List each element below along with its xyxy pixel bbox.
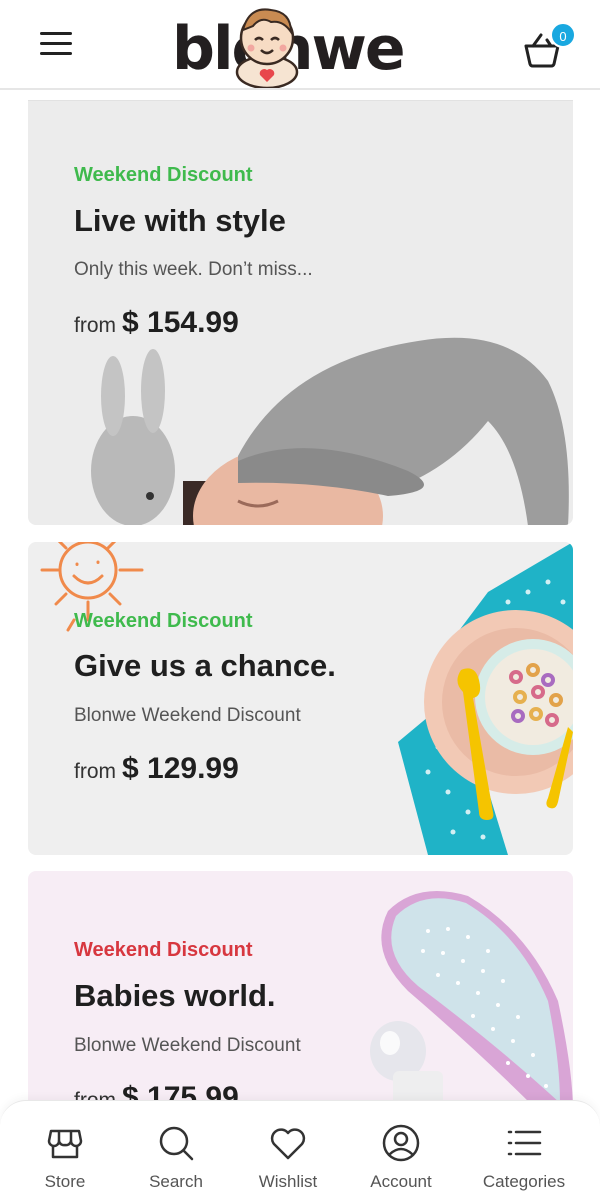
hamburger-menu-icon[interactable] (40, 28, 74, 58)
promo-banner-3[interactable]: Weekend Discount Babies world. Blonwe We… (28, 871, 573, 1111)
nav-search[interactable]: Search (121, 1123, 231, 1199)
brand-logo[interactable]: blonwe (172, 0, 432, 90)
nav-store-label: Store (44, 1172, 86, 1191)
nav-wishlist-label: Wishlist (258, 1172, 318, 1191)
banner-kicker: Weekend Discount (74, 939, 253, 961)
nav-search-label: Search (149, 1172, 203, 1191)
nav-wishlist[interactable]: Wishlist (233, 1123, 343, 1199)
bottom-navigation-bar: Store Search Wishlist Account Categories (0, 1100, 600, 1200)
banner-subtitle: Only this week. Don’t miss... (74, 259, 313, 280)
nav-categories[interactable]: Categories (469, 1123, 579, 1199)
price-prefix: from (74, 760, 116, 783)
cart-button[interactable]: 0 (520, 22, 580, 72)
banner-price: from $ 129.99 (74, 752, 239, 786)
banner-kicker: Weekend Discount (74, 610, 253, 632)
baby-mascot-icon (235, 8, 299, 88)
nav-store[interactable]: Store (10, 1123, 120, 1199)
categories-icon (507, 1130, 542, 1156)
baby-sleeping-hat-image (91, 337, 569, 525)
search-icon (159, 1126, 194, 1161)
banner-subtitle: Blonwe Weekend Discount (74, 1035, 301, 1056)
top-header: blonwe 0 (0, 0, 600, 90)
price-prefix: from (74, 314, 116, 337)
price-amount: $ 129.99 (122, 752, 239, 785)
banner-title: Live with style (74, 203, 286, 238)
nav-account[interactable]: Account (346, 1123, 456, 1199)
baby-hairbrush-image (370, 891, 573, 1111)
nav-categories-label: Categories (482, 1172, 566, 1191)
promo-banner-2[interactable]: Weekend Discount Give us a chance. Blonw… (28, 542, 573, 855)
banner-subtitle: Blonwe Weekend Discount (74, 705, 301, 726)
banner-price: from $ 154.99 (74, 306, 239, 340)
price-amount: $ 154.99 (122, 306, 239, 339)
cereal-bowl-image (398, 542, 573, 855)
heart-icon (270, 1128, 306, 1160)
banner-title: Give us a chance. (74, 648, 336, 683)
store-icon (47, 1129, 83, 1159)
banner-kicker: Weekend Discount (74, 164, 253, 186)
account-icon (382, 1124, 420, 1162)
nav-account-label: Account (370, 1172, 432, 1191)
banner-title: Babies world. (74, 978, 276, 1013)
promo-banner-1[interactable]: Weekend Discount Live with style Only th… (28, 100, 573, 525)
cart-count-badge: 0 (550, 22, 576, 48)
